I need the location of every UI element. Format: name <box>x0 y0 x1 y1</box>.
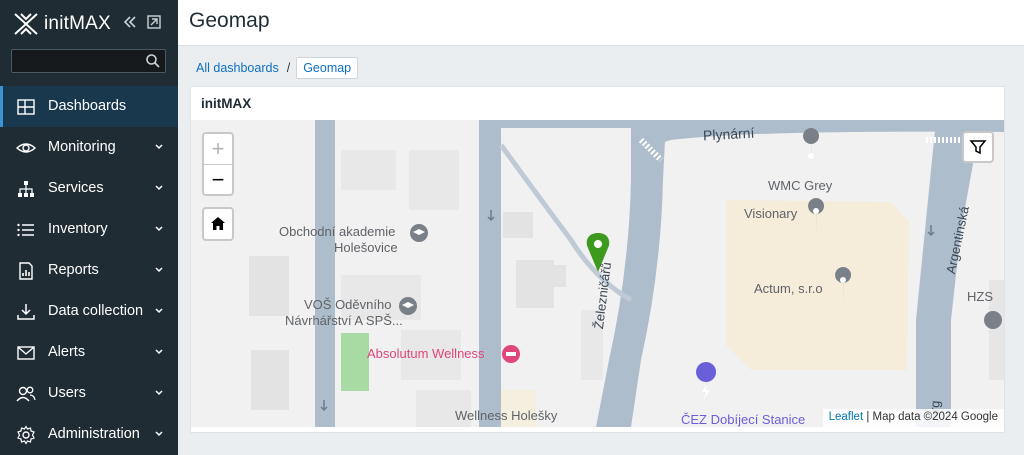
report-icon <box>19 262 33 280</box>
zoom-out-button[interactable]: − <box>204 165 232 195</box>
poi-label[interactable]: Návrhářství A SPŠ... <box>285 313 403 328</box>
geomap-widget: initMAX Plynární Železničářů Argentinská… <box>190 86 1005 433</box>
list-icon <box>17 223 34 237</box>
chevron-down-icon <box>155 226 163 232</box>
search-icon[interactable] <box>145 53 161 69</box>
search-input[interactable] <box>16 53 140 71</box>
poi-pin-hzs[interactable] <box>984 311 1002 329</box>
poi-label[interactable]: Holešovice <box>334 240 398 255</box>
geomap[interactable]: Plynární Železničářů Argentinská Arg Obc… <box>191 120 1004 427</box>
chevron-down-icon <box>155 390 163 396</box>
sidebar-item-dashboards[interactable]: Dashboards <box>0 86 178 127</box>
dashboards-icon <box>17 99 35 115</box>
gear-icon <box>17 425 35 445</box>
zoom-in-button[interactable]: + <box>204 134 232 165</box>
poi-label[interactable]: Actum, s.r.o <box>754 281 823 296</box>
street-label: Plynární <box>702 124 755 144</box>
poi-label[interactable]: ČEZ Dobíjecí Stanice <box>681 412 805 427</box>
sidebar-item-label: Data collection <box>48 303 144 319</box>
envelope-icon <box>17 346 35 360</box>
map-attribution: Leaflet | Map data ©2024 Google <box>822 409 1004 427</box>
chevron-down-icon <box>155 185 163 191</box>
poi-label[interactable]: Visionary <box>744 206 797 221</box>
poi-label[interactable]: Obchodní akademie <box>279 224 395 239</box>
search-field[interactable] <box>11 49 166 73</box>
sidebar-item-services[interactable]: Services <box>0 168 178 209</box>
sidebar-item-label: Alerts <box>48 344 86 360</box>
users-icon <box>16 386 36 402</box>
sidebar-item-administration[interactable]: Administration <box>0 414 178 455</box>
sidebar-item-alerts[interactable]: Alerts <box>0 332 178 373</box>
breadcrumb-separator: / <box>286 61 291 75</box>
chevron-down-icon <box>155 308 163 314</box>
severity-filter-button[interactable] <box>962 131 994 163</box>
sidebar: initMAX Dashboards Monitoring Services I… <box>0 0 178 455</box>
zoom-control: + − <box>202 132 234 196</box>
sidebar-item-reports[interactable]: Reports <box>0 250 178 291</box>
main-menu: Dashboards Monitoring Services Inventory… <box>0 86 178 455</box>
leaflet-link[interactable]: Leaflet <box>829 411 864 423</box>
logo-text: initMAX <box>44 13 111 34</box>
sidebar-item-label: Dashboards <box>48 98 127 114</box>
poi-label[interactable]: WMC Grey <box>768 178 832 193</box>
home-icon <box>211 217 225 230</box>
kiosk-mode-icon[interactable] <box>146 14 162 30</box>
eye-icon <box>16 143 36 153</box>
sidebar-item-label: Monitoring <box>48 139 116 155</box>
chevron-down-icon <box>155 267 163 273</box>
poi-label[interactable]: Absolutum Wellness <box>367 346 485 361</box>
sidebar-item-monitoring[interactable]: Monitoring <box>0 127 178 168</box>
services-icon <box>18 181 34 197</box>
sidebar-item-label: Inventory <box>48 221 108 237</box>
attribution-text: | Map data ©2024 Google <box>863 411 998 423</box>
chevron-down-icon <box>155 144 163 150</box>
home-view-button[interactable] <box>202 207 234 241</box>
poi-label[interactable]: VOŠ Oděvního <box>304 297 391 312</box>
poi-label[interactable]: HZS <box>967 289 993 304</box>
chevron-down-icon <box>155 349 163 355</box>
poi-pin-wellness[interactable] <box>502 345 520 363</box>
initmax-logo-icon <box>14 13 38 35</box>
breadcrumb-all-dashboards[interactable]: All dashboards <box>190 61 285 75</box>
sidebar-item-label: Reports <box>48 262 99 278</box>
logo[interactable]: initMAX <box>12 10 172 36</box>
poi-label[interactable]: Wellness Holešky <box>455 408 557 423</box>
breadcrumb: All dashboards / Geomap <box>190 57 359 79</box>
sidebar-item-label: Administration <box>48 426 140 442</box>
sidebar-item-data-collection[interactable]: Data collection <box>0 291 178 332</box>
header: Geomap <box>178 0 1024 46</box>
sidebar-item-users[interactable]: Users <box>0 373 178 414</box>
sidebar-item-label: Users <box>48 385 86 401</box>
sidebar-item-inventory[interactable]: Inventory <box>0 209 178 250</box>
poi-pin-school1[interactable] <box>410 224 428 242</box>
chevron-down-icon <box>155 431 163 437</box>
download-icon <box>17 304 35 320</box>
page-title: Geomap <box>189 9 270 32</box>
breadcrumb-current[interactable]: Geomap <box>296 57 359 79</box>
collapse-sidebar-icon[interactable] <box>122 14 138 30</box>
sidebar-item-label: Services <box>48 180 104 196</box>
widget-title: initMAX <box>201 96 252 111</box>
filter-icon <box>969 140 987 155</box>
